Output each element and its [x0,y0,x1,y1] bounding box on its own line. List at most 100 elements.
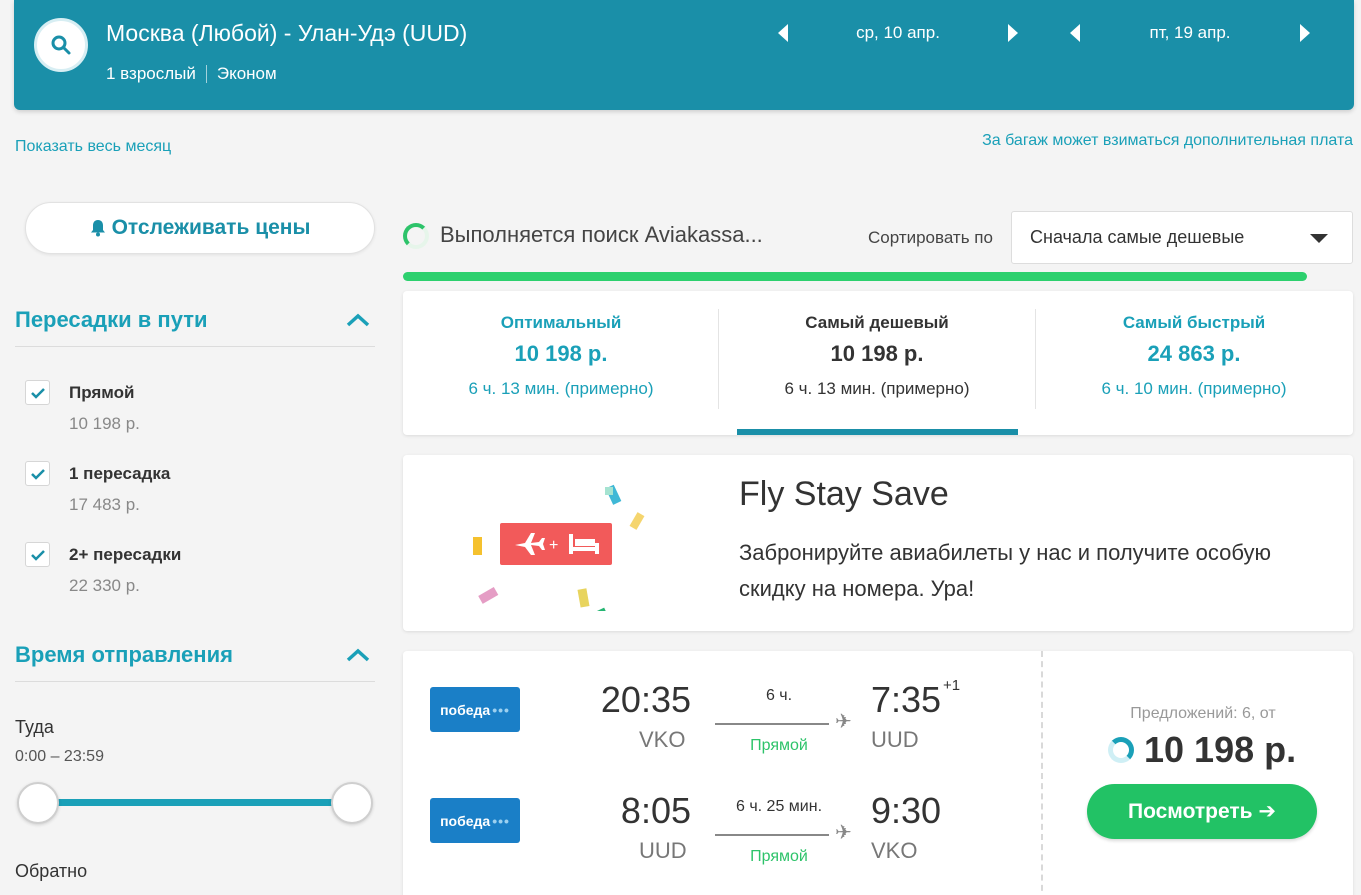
chevron-up-icon[interactable] [346,313,370,327]
departure-time: 8:05 [620,790,691,831]
plane-icon: ✈ [835,711,852,733]
outbound-slider-max-handle[interactable] [331,782,373,824]
promo-plus-sign: + [549,537,558,554]
departure-filter-title[interactable]: Время отправления [15,642,233,668]
check-icon [30,549,45,561]
summary-tabs: Оптимальный 10 198 р. 6 ч. 13 мин. (прим… [403,291,1353,435]
stops-option-label[interactable]: 2+ пересадки [69,545,181,565]
stops-option-label[interactable]: 1 пересадка [69,464,170,484]
offers-count: Предложений: 6, от [1130,705,1276,722]
stops-option-price: 17 483 р. [69,495,140,514]
stops-option-label[interactable]: Прямой [69,383,135,403]
flight-type: Прямой [750,848,808,865]
tab-price: 10 198 р. [830,341,924,366]
search-icon [51,35,71,55]
airline-dots-icon: ••• [492,701,510,718]
track-prices-button[interactable]: Отслеживать цены [25,202,375,254]
departure-airport: UUD [639,838,687,863]
promo-title: Fly Stay Save [739,475,949,513]
next-day-badge: +1 [943,677,961,694]
bell-icon [90,220,105,237]
view-ticket-button[interactable]: Посмотреть ➔ [1087,784,1317,839]
fly-stay-save-banner[interactable]: + Fly Stay Save Забронируйте авиабилеты … [403,455,1353,631]
tab-title: Самый дешевый [805,313,949,332]
flight-duration: 6 ч. 25 мин. [735,798,823,815]
plane-icon: ✈ [835,822,852,844]
stops-two-plus-checkbox[interactable] [25,542,50,567]
ticket-card[interactable]: победа ••• 20:35 VKO 6 ч. ✈ Прямой 7:35 … [403,651,1353,895]
active-tab-indicator [737,429,1018,435]
airline-logo: победа ••• [430,798,520,843]
stops-option-price: 22 330 р. [69,576,140,595]
outbound-slider-min-handle[interactable] [17,782,59,824]
stops-direct-checkbox[interactable] [25,380,50,405]
tab-title: Оптимальный [500,313,622,332]
check-icon [30,468,45,480]
tab-duration: 6 ч. 13 мин. (примерно) [784,379,970,398]
baggage-note[interactable]: За багаж может взиматься дополнительная … [982,132,1353,150]
outbound-time-range: 0:00 – 23:59 [15,748,104,765]
airline-logo: победа ••• [430,687,520,732]
return-label: Обратно [15,861,88,881]
airline-name: победа [440,701,491,718]
airline-dots-icon: ••• [492,812,510,829]
divider [15,346,375,347]
outbound-label: Туда [15,717,54,737]
passengers-label: 1 взрослый [106,64,196,83]
arrival-airport: UUD [871,727,919,752]
cabin-label: Эконом [216,64,277,83]
outbound-slider-track[interactable] [38,799,352,806]
dropdown-arrow-icon [1310,234,1328,243]
search-header: Москва (Любой) - Улан-Удэ (UUD) 1 взросл… [14,0,1354,110]
chevron-up-icon[interactable] [346,648,370,662]
depart-date[interactable]: ср, 10 апр. [788,23,1008,43]
depart-date-picker: ср, 10 апр. [778,18,1018,48]
tab-duration: 6 ч. 10 мин. (примерно) [1101,379,1287,398]
divider [15,681,375,682]
airline-name: победа [440,812,491,829]
return-prev-arrow-icon[interactable] [1070,24,1080,42]
tab-duration: 6 ч. 13 мин. (примерно) [468,379,654,398]
search-progress-bar [403,272,1307,281]
return-date[interactable]: пт, 19 апр. [1080,23,1300,43]
arrival-airport: VKO [871,838,918,863]
stops-option-price: 10 198 р. [69,414,140,433]
promo-text: Забронируйте авиабилеты у нас и получите… [739,540,1271,601]
loading-spinner-icon [403,223,429,249]
show-month-link[interactable]: Показать весь месяц [15,138,171,156]
tab-fastest[interactable]: Самый быстрый 24 863 р. 6 ч. 10 мин. (пр… [1036,291,1352,435]
sort-value: Сначала самые дешевые [1030,227,1245,247]
depart-prev-arrow-icon[interactable] [778,24,788,42]
return-next-arrow-icon[interactable] [1300,24,1310,42]
sort-select[interactable]: Сначала самые дешевые [1011,211,1353,264]
ticket-price: 10 198 р. [1144,729,1297,770]
arrival-time: 7:35 [871,679,942,720]
price-loading-icon [1108,737,1134,763]
sort-label: Сортировать по [868,228,993,247]
flight-duration: 6 ч. [765,687,793,704]
stops-filter-title[interactable]: Пересадки в пути [15,307,208,333]
flight-line [715,834,829,836]
tab-price: 10 198 р. [514,341,608,366]
ticket-price-block: 10 198 р. [1108,729,1296,771]
tab-price: 24 863 р. [1147,341,1241,366]
search-status: Выполняется поиск Aviakassa... [440,222,763,247]
stops-one-checkbox[interactable] [25,461,50,486]
flight-line [715,723,829,725]
ticket-divider [1041,651,1043,895]
meta-divider [205,65,207,83]
flight-type: Прямой [750,737,808,754]
track-prices-label: Отслеживать цены [111,216,311,239]
departure-time: 20:35 [600,679,691,720]
check-icon [30,387,45,399]
tab-optimal[interactable]: Оптимальный 10 198 р. 6 ч. 13 мин. (прим… [403,291,719,435]
departure-airport: VKO [639,727,686,752]
arrival-time: 9:30 [871,790,942,831]
tab-title: Самый быстрый [1122,313,1266,332]
route-title[interactable]: Москва (Любой) - Улан-Удэ (UUD) [106,20,467,47]
depart-next-arrow-icon[interactable] [1008,24,1018,42]
search-button[interactable] [34,18,88,72]
tab-cheapest[interactable]: Самый дешевый 10 198 р. 6 ч. 13 мин. (пр… [719,291,1035,435]
trip-meta[interactable]: 1 взрослый Эконом [106,64,277,84]
return-date-picker: пт, 19 апр. [1070,18,1310,48]
